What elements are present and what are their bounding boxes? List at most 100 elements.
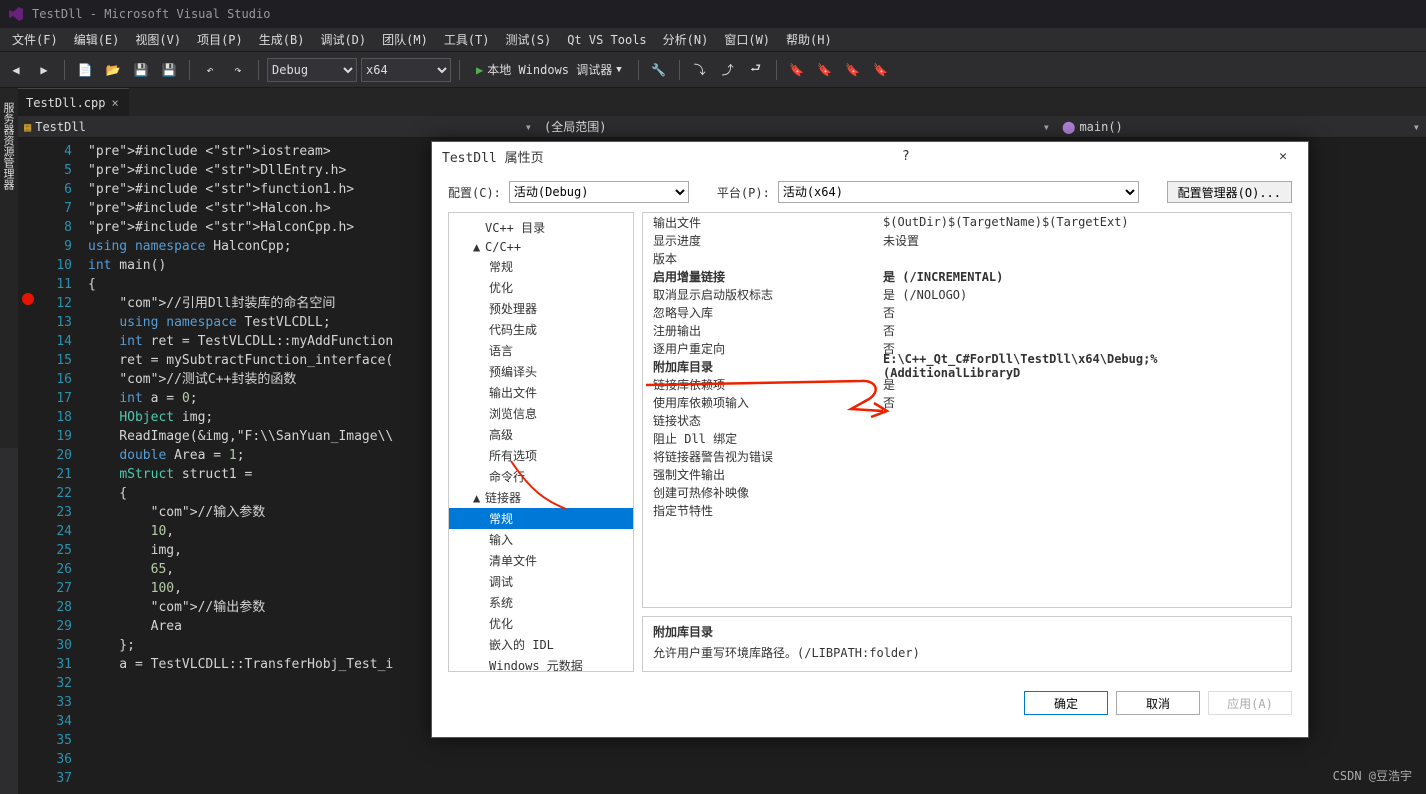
tree-node[interactable]: 常规 xyxy=(449,508,633,529)
ok-button[interactable]: 确定 xyxy=(1024,691,1108,715)
tree-node[interactable]: 浏览信息 xyxy=(449,403,633,424)
step-icon[interactable]: ⤴ xyxy=(716,58,740,82)
tree-node[interactable]: 常规 xyxy=(449,256,633,277)
new-project-icon[interactable]: 📄 xyxy=(73,58,97,82)
property-list[interactable]: 输出文件$(OutDir)$(TargetName)$(TargetExt)显示… xyxy=(642,212,1292,608)
dialog-title-bar: TestDll 属性页 ? ✕ xyxy=(432,142,1308,172)
dialog-help-icon[interactable]: ? xyxy=(892,149,920,164)
property-row[interactable]: 链接库依赖项是 xyxy=(643,375,1291,393)
menu-analyze[interactable]: 分析(N) xyxy=(655,29,717,50)
property-row[interactable]: 注册输出否 xyxy=(643,321,1291,339)
property-row[interactable]: 版本 xyxy=(643,249,1291,267)
breakpoint-icon[interactable] xyxy=(22,293,34,305)
menu-test[interactable]: 测试(S) xyxy=(498,29,560,50)
step-icon[interactable]: ⮐ xyxy=(744,58,768,82)
tree-node[interactable]: 高级 xyxy=(449,424,633,445)
property-row[interactable]: 使用库依赖项输入否 xyxy=(643,393,1291,411)
property-row[interactable]: 将链接器警告视为错误 xyxy=(643,447,1291,465)
property-row[interactable]: 忽略导入库否 xyxy=(643,303,1291,321)
breakpoint-gutter[interactable] xyxy=(18,138,38,794)
step-icon[interactable]: ⤵ xyxy=(688,58,712,82)
config-manager-button[interactable]: 配置管理器(O)... xyxy=(1167,181,1292,203)
tree-node[interactable]: 输出文件 xyxy=(449,382,633,403)
watermark: CSDN @豆浩宇 xyxy=(1333,767,1412,784)
tree-node[interactable]: 预处理器 xyxy=(449,298,633,319)
editor-tab[interactable]: TestDll.cpp × xyxy=(16,88,129,116)
bookmark-icon[interactable]: 🔖 xyxy=(841,58,865,82)
tree-node[interactable]: Windows 元数据 xyxy=(449,655,633,672)
tree-node[interactable]: 语言 xyxy=(449,340,633,361)
vs-logo-icon xyxy=(8,6,24,22)
menu-team[interactable]: 团队(M) xyxy=(374,29,436,50)
save-icon[interactable]: 💾 xyxy=(129,58,153,82)
prop-key: 将链接器警告视为错误 xyxy=(643,448,883,465)
property-row[interactable]: 附加库目录E:\C++_Qt_C#ForDll\TestDll\x64\Debu… xyxy=(643,357,1291,375)
undo-icon[interactable]: ↶ xyxy=(198,58,222,82)
tree-node[interactable]: 预编译头 xyxy=(449,361,633,382)
tree-node[interactable]: 嵌入的 IDL xyxy=(449,634,633,655)
tree-node[interactable]: 代码生成 xyxy=(449,319,633,340)
tree-node[interactable]: ▲链接器 xyxy=(449,487,633,508)
property-row[interactable]: 显示进度未设置 xyxy=(643,231,1291,249)
dialog-config-select[interactable]: 活动(Debug) xyxy=(509,181,689,203)
nav-back-icon[interactable]: ◀ xyxy=(4,58,28,82)
property-row[interactable]: 启用增量链接是 (/INCREMENTAL) xyxy=(643,267,1291,285)
tree-label: 浏览信息 xyxy=(489,407,537,421)
property-row[interactable]: 输出文件$(OutDir)$(TargetName)$(TargetExt) xyxy=(643,213,1291,231)
save-all-icon[interactable]: 💾 xyxy=(157,58,181,82)
prop-key: 附加库目录 xyxy=(643,358,883,375)
menu-tools[interactable]: 工具(T) xyxy=(436,29,498,50)
tree-node[interactable]: 清单文件 xyxy=(449,550,633,571)
menu-view[interactable]: 视图(V) xyxy=(127,29,189,50)
cancel-button[interactable]: 取消 xyxy=(1116,691,1200,715)
tree-node[interactable]: 系统 xyxy=(449,592,633,613)
tree-node[interactable]: 命令行 xyxy=(449,466,633,487)
tree-node[interactable]: 调试 xyxy=(449,571,633,592)
tree-node[interactable]: 优化 xyxy=(449,613,633,634)
bookmark-icon[interactable]: 🔖 xyxy=(869,58,893,82)
menu-qt[interactable]: Qt VS Tools xyxy=(559,31,654,49)
tree-node[interactable]: 所有选项 xyxy=(449,445,633,466)
menu-build[interactable]: 生成(B) xyxy=(251,29,313,50)
bookmark-icon[interactable]: 🔖 xyxy=(813,58,837,82)
property-row[interactable]: 指定节特性 xyxy=(643,501,1291,519)
property-row[interactable]: 链接状态 xyxy=(643,411,1291,429)
tool-icon[interactable]: 🔧 xyxy=(647,58,671,82)
menu-window[interactable]: 窗口(W) xyxy=(716,29,778,50)
open-icon[interactable]: 📂 xyxy=(101,58,125,82)
property-row[interactable]: 创建可热修补映像 xyxy=(643,483,1291,501)
prop-key: 版本 xyxy=(643,250,883,267)
tree-node[interactable]: VC++ 目录 xyxy=(449,217,633,238)
menu-help[interactable]: 帮助(H) xyxy=(778,29,840,50)
dialog-close-icon[interactable]: ✕ xyxy=(1268,149,1298,164)
tree-label: 所有选项 xyxy=(489,449,537,463)
prop-value: 是 (/INCREMENTAL) xyxy=(883,268,1291,285)
bookmark-icon[interactable]: 🔖 xyxy=(785,58,809,82)
menu-file[interactable]: 文件(F) xyxy=(4,29,66,50)
menu-project[interactable]: 项目(P) xyxy=(189,29,251,50)
toolbar-sep xyxy=(776,60,777,80)
redo-icon[interactable]: ↷ xyxy=(226,58,250,82)
tree-node[interactable]: 优化 xyxy=(449,277,633,298)
platform-select[interactable]: x64 xyxy=(361,58,451,82)
property-row[interactable]: 取消显示启动版权标志是 (/NOLOGO) xyxy=(643,285,1291,303)
tree-label: 清单文件 xyxy=(489,554,537,568)
config-select[interactable]: Debug xyxy=(267,58,357,82)
property-tree[interactable]: VC++ 目录▲C/C++常规优化预处理器代码生成语言预编译头输出文件浏览信息高… xyxy=(448,212,634,672)
nav-fwd-icon[interactable]: ▶ xyxy=(32,58,56,82)
dialog-platform-select[interactable]: 活动(x64) xyxy=(778,181,1139,203)
side-tab-server-explorer[interactable]: 服务器资源管理器 xyxy=(0,96,18,448)
tree-label: VC++ 目录 xyxy=(485,221,545,235)
scope-function-select[interactable]: ⬤ main() ▾ xyxy=(1056,120,1426,134)
tree-node[interactable]: ▲C/C++ xyxy=(449,238,633,256)
scope-class-select[interactable]: ▦ TestDll ▾ xyxy=(18,120,538,134)
menu-edit[interactable]: 编辑(E) xyxy=(66,29,128,50)
start-debug-button[interactable]: ▶ 本地 Windows 调试器 ▼ xyxy=(468,58,630,82)
property-row[interactable]: 强制文件输出 xyxy=(643,465,1291,483)
tab-close-icon[interactable]: × xyxy=(111,96,118,110)
property-row[interactable]: 阻止 Dll 绑定 xyxy=(643,429,1291,447)
scope-namespace-select[interactable]: (全局范围) ▾ xyxy=(538,118,1056,135)
menu-debug[interactable]: 调试(D) xyxy=(312,29,374,50)
tree-node[interactable]: 输入 xyxy=(449,529,633,550)
title-bar: TestDll - Microsoft Visual Studio xyxy=(0,0,1426,28)
